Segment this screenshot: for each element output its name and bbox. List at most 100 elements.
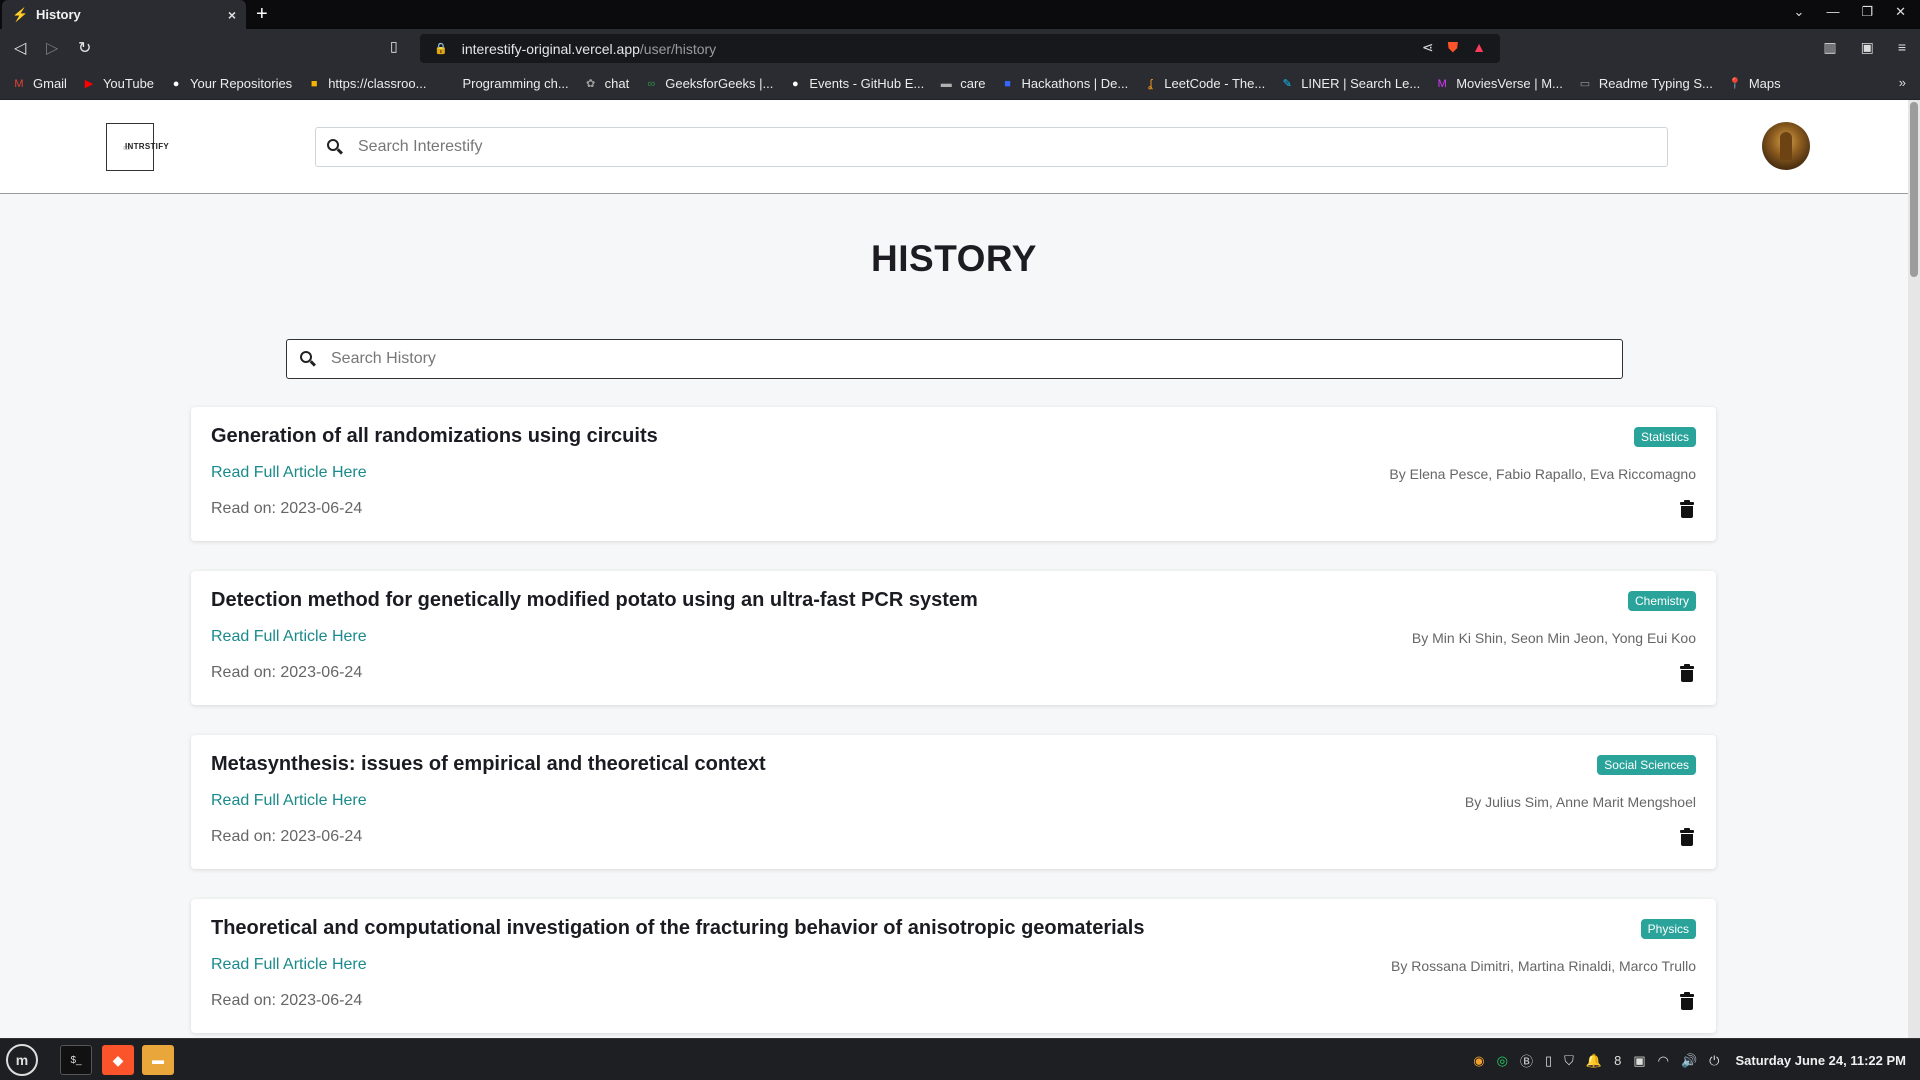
article-title: Detection method for genetically modifie… [211, 589, 978, 611]
shield-icon[interactable]: ⛉ [1564, 1053, 1574, 1069]
terminal-icon[interactable]: $_ [60, 1045, 92, 1075]
bookmark-label: Gmail [33, 76, 67, 91]
bookmark-item[interactable]: 📍 Maps [1728, 76, 1781, 91]
address-bar[interactable]: 🔒 interestify-original.vercel.app/user/h… [420, 34, 1500, 63]
back-icon[interactable]: ◁ [14, 38, 26, 58]
article-title: Theoretical and computational investigat… [211, 917, 1145, 939]
read-date: Read on: 2023-06-24 [211, 828, 363, 845]
system-tray: ◉ ◎ Ⓑ ▯ ⛉ 🔔 8 ▣ ◠ 🔊 ⏻ Saturday June 24, … [1473, 1051, 1906, 1070]
reload-icon[interactable]: ↻ [78, 38, 91, 58]
bookmark-item[interactable]: ✿ chat [584, 76, 630, 91]
url-path: /user/history [639, 40, 717, 57]
devpost-icon: ■ [1004, 77, 1011, 90]
share-icon[interactable]: ⋖ [1422, 39, 1434, 56]
bookmark-label: Hackathons | De... [1021, 76, 1129, 91]
interestify-favicon-icon: ⚡ [12, 6, 29, 22]
delete-trash-icon[interactable] [1680, 664, 1694, 682]
history-card: Detection method for genetically modifie… [191, 571, 1716, 705]
new-tab-button[interactable]: + [256, 3, 268, 25]
scrollbar-thumb[interactable] [1910, 102, 1918, 277]
clipboard-icon[interactable]: ▯ [1545, 1053, 1552, 1069]
youtube-icon: ▶ [84, 78, 94, 90]
bookmark-label: Your Repositories [190, 76, 293, 91]
page-icon [441, 77, 455, 91]
history-card: Theoretical and computational investigat… [191, 899, 1716, 1033]
bookmark-item[interactable]: ʆ LeetCode - The... [1143, 76, 1265, 91]
article-title: Metasynthesis: issues of empirical and t… [211, 753, 766, 775]
bookmarks-overflow-icon[interactable]: » [1899, 75, 1906, 90]
delete-trash-icon[interactable] [1680, 500, 1694, 518]
bookmark-label: chat [604, 76, 630, 91]
brave-rewards-icon[interactable]: ▲ [1472, 39, 1486, 56]
bookmark-label: GeeksforGeeks |... [665, 76, 774, 91]
bookmark-page-icon[interactable]: ▯ [390, 38, 398, 55]
restore-icon[interactable]: ❐ [1861, 4, 1873, 20]
bookmark-item[interactable]: ▭ Readme Typing S... [1578, 76, 1713, 91]
geeksforgeeks-icon: ∞ [647, 77, 656, 90]
sidebar-toggle-icon[interactable]: ▥ [1823, 39, 1836, 56]
read-date: Read on: 2023-06-24 [211, 992, 363, 1009]
article-title: Generation of all randomizations using c… [211, 425, 658, 447]
read-date: Read on: 2023-06-24 [211, 500, 363, 517]
read-article-link[interactable]: Read Full Article Here [211, 464, 367, 482]
wallet-icon[interactable]: ▣ [1861, 39, 1874, 56]
bookmark-item[interactable]: ▬ care [939, 76, 986, 91]
category-badge: Statistics [1633, 427, 1696, 447]
tray-app-icon[interactable]: Ⓑ [1520, 1051, 1533, 1070]
volume-icon[interactable]: 🔊 [1681, 1053, 1697, 1069]
liner-icon: ✎ [1282, 78, 1292, 90]
bookmark-label: Events - GitHub E... [809, 76, 925, 91]
page-scrollbar[interactable] [1908, 100, 1920, 1038]
read-article-link[interactable]: Read Full Article Here [211, 792, 367, 810]
tab-search-chevron-icon[interactable]: ⌄ [1794, 4, 1805, 20]
bookmark-item[interactable]: ∞ GeeksforGeeks |... [644, 76, 773, 91]
notification-icon[interactable]: 🔔 [1586, 1053, 1602, 1069]
bookmark-label: Readme Typing S... [1598, 76, 1713, 91]
wifi-icon[interactable]: ◠ [1658, 1053, 1669, 1069]
bookmark-item[interactable]: ● Events - GitHub E... [788, 76, 924, 91]
minimize-icon[interactable]: — [1826, 4, 1839, 20]
notification-count: 8 [1614, 1053, 1622, 1068]
clock[interactable]: Saturday June 24, 11:22 PM [1735, 1053, 1906, 1068]
read-article-link[interactable]: Read Full Article Here [211, 956, 367, 974]
history-search-input[interactable] [331, 350, 1622, 368]
site-search-input[interactable] [358, 138, 1667, 156]
bookmark-item[interactable]: ● Your Repositories [169, 76, 292, 91]
page-title: HISTORY [871, 238, 1037, 279]
history-search-bar[interactable] [286, 339, 1623, 379]
tab-history[interactable]: ⚡ History × [2, 0, 246, 29]
whatsapp-icon[interactable]: ◎ [1497, 1053, 1508, 1069]
category-badge: Chemistry [1627, 591, 1696, 611]
power-icon[interactable]: ⏻ [1709, 1053, 1719, 1069]
bookmark-item[interactable]: M Gmail [12, 76, 67, 91]
delete-trash-icon[interactable] [1680, 992, 1694, 1010]
category-badge: Social Sciences [1597, 755, 1696, 775]
site-search-bar[interactable] [315, 127, 1668, 167]
search-icon [326, 138, 344, 156]
bookmark-label: LINER | Search Le... [1301, 76, 1421, 91]
os-taskbar: m $_ ◆ ▬ ◉ ◎ Ⓑ ▯ ⛉ 🔔 8 ▣ ◠ 🔊 ⏻ Saturday … [0, 1038, 1920, 1080]
brave-shield-icon[interactable]: ⛊ [1448, 39, 1459, 56]
keyboard-layout-icon[interactable]: ▣ [1633, 1053, 1645, 1069]
update-manager-icon[interactable]: ◉ [1473, 1053, 1484, 1069]
tab-close-icon[interactable]: × [228, 7, 236, 23]
files-folder-icon[interactable]: ▬ [142, 1045, 174, 1075]
menu-icon[interactable]: ≡ [1898, 39, 1906, 56]
mint-menu-icon[interactable]: m [6, 1044, 38, 1076]
bookmark-item[interactable]: ✎ LINER | Search Le... [1280, 76, 1421, 91]
bookmark-item[interactable]: Programming ch... [441, 76, 568, 91]
bookmark-item[interactable]: ■ Hackathons | De... [1001, 76, 1129, 91]
user-avatar[interactable] [1762, 122, 1810, 170]
bookmark-item[interactable]: ■ https://classroo... [307, 76, 427, 91]
search-icon [299, 350, 317, 368]
forward-icon[interactable]: ▷ [46, 38, 58, 58]
delete-trash-icon[interactable] [1680, 828, 1694, 846]
read-article-link[interactable]: Read Full Article Here [211, 628, 367, 646]
close-window-icon[interactable]: ✕ [1895, 4, 1906, 20]
bookmark-label: https://classroo... [328, 76, 427, 91]
tab-title: History [36, 7, 81, 22]
bookmark-label: Maps [1748, 76, 1781, 91]
bookmark-item[interactable]: ▶ YouTube [82, 76, 154, 91]
bookmark-item[interactable]: M MoviesVerse | M... [1435, 76, 1563, 91]
brave-browser-icon[interactable]: ◆ [102, 1045, 134, 1075]
